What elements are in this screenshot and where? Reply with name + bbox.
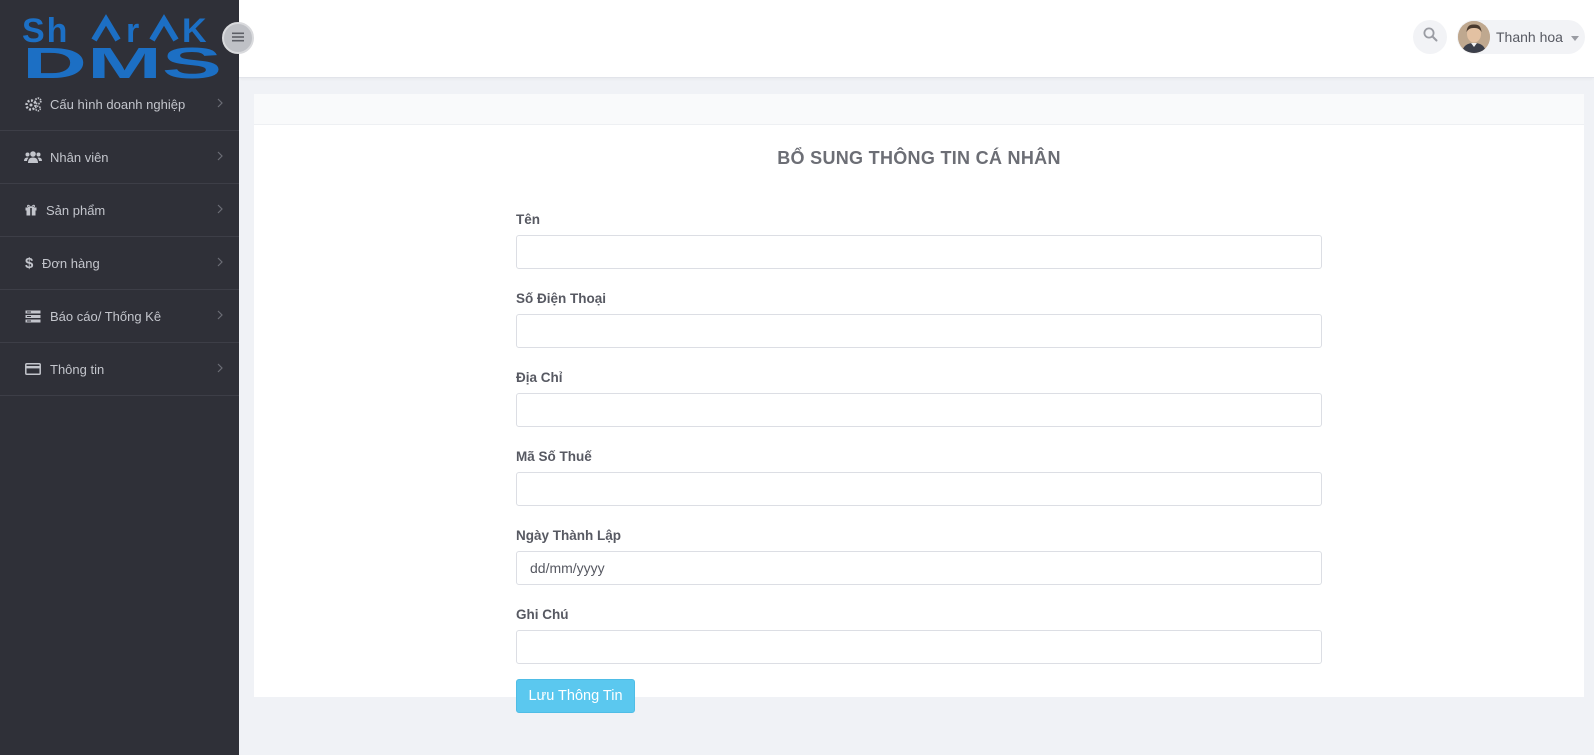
sidebar-item-label: Báo cáo/ Thống Kê	[50, 308, 162, 324]
sidebar-item-reports[interactable]: Báo cáo/ Thống Kê	[0, 290, 239, 343]
svg-text:DMS: DMS	[22, 39, 222, 82]
sidebar-item-employees[interactable]: Nhân viên	[0, 131, 239, 184]
address-input[interactable]	[516, 393, 1322, 427]
field-phone: Số Điện Thoại	[516, 291, 1322, 348]
sidebar: Sh r K DMS Cấu hình doanh nghiệp Nhân vi…	[0, 0, 239, 755]
sidebar-item-label: Cấu hình doanh nghiệp	[50, 96, 186, 112]
brand-logo[interactable]: Sh r K DMS	[22, 14, 227, 82]
chevron-right-icon	[217, 254, 223, 272]
svg-text:$: $	[25, 255, 34, 271]
chevron-right-icon	[217, 201, 223, 219]
card-header	[254, 94, 1584, 125]
field-name: Tên	[516, 212, 1322, 269]
sidebar-item-label: Thông tin	[50, 361, 105, 377]
search-icon	[1423, 27, 1438, 47]
avatar	[1458, 21, 1490, 53]
user-menu[interactable]: Thanh hoa	[1457, 20, 1585, 54]
hamburger-icon	[232, 29, 244, 47]
caret-down-icon	[1570, 28, 1579, 46]
chevron-right-icon	[217, 95, 223, 113]
founding-date-input[interactable]	[516, 551, 1322, 585]
field-label: Mã Số Thuế	[516, 449, 592, 464]
field-label: Tên	[516, 212, 541, 227]
top-header	[239, 0, 1594, 78]
sidebar-toggle-button[interactable]	[222, 22, 254, 54]
profile-form-card: BỔ SUNG THÔNG TIN CÁ NHÂN Tên Số Điện Th…	[254, 94, 1584, 713]
save-info-button[interactable]: Lưu Thông Tin	[516, 679, 635, 713]
search-button[interactable]	[1413, 20, 1447, 54]
field-notes: Ghi Chú	[516, 607, 1322, 664]
dollar-icon: $	[24, 255, 34, 271]
notes-input[interactable]	[516, 630, 1322, 664]
field-tax-code: Mã Số Thuế	[516, 449, 1322, 506]
chevron-right-icon	[217, 307, 223, 325]
tax-code-input[interactable]	[516, 472, 1322, 506]
chevron-right-icon	[217, 360, 223, 378]
sidebar-item-label: Nhân viên	[50, 149, 109, 165]
field-label: Ngày Thành Lập	[516, 528, 622, 543]
sidebar-item-label: Đơn hàng	[42, 255, 100, 271]
field-founding-date: Ngày Thành Lập	[516, 528, 1322, 585]
chevron-right-icon	[217, 148, 223, 166]
user-name: Thanh hoa	[1496, 29, 1563, 45]
sidebar-item-label: Sản phẩm	[46, 202, 106, 218]
sidebar-item-info[interactable]: Thông tin	[0, 343, 239, 396]
credit-card-icon	[24, 361, 42, 377]
profile-form: Tên Số Điện Thoại Địa Chỉ Mã Số Thuế Ngà…	[516, 212, 1322, 713]
field-address: Địa Chỉ	[516, 370, 1322, 427]
sidebar-item-company-config[interactable]: Cấu hình doanh nghiệp	[0, 78, 239, 131]
users-icon	[24, 149, 42, 165]
sidebar-item-products[interactable]: Sản phẩm	[0, 184, 239, 237]
field-label: Địa Chỉ	[516, 370, 563, 385]
gift-icon	[24, 202, 38, 218]
field-label: Số Điện Thoại	[516, 291, 607, 306]
sidebar-item-orders[interactable]: $ Đơn hàng	[0, 237, 239, 290]
page-title: BỔ SUNG THÔNG TIN CÁ NHÂN	[777, 148, 1061, 168]
report-icon	[24, 308, 42, 324]
phone-input[interactable]	[516, 314, 1322, 348]
gears-icon	[24, 96, 42, 112]
name-input[interactable]	[516, 235, 1322, 269]
field-label: Ghi Chú	[516, 607, 569, 622]
sidebar-nav: Cấu hình doanh nghiệp Nhân viên Sản phẩm…	[0, 78, 239, 396]
